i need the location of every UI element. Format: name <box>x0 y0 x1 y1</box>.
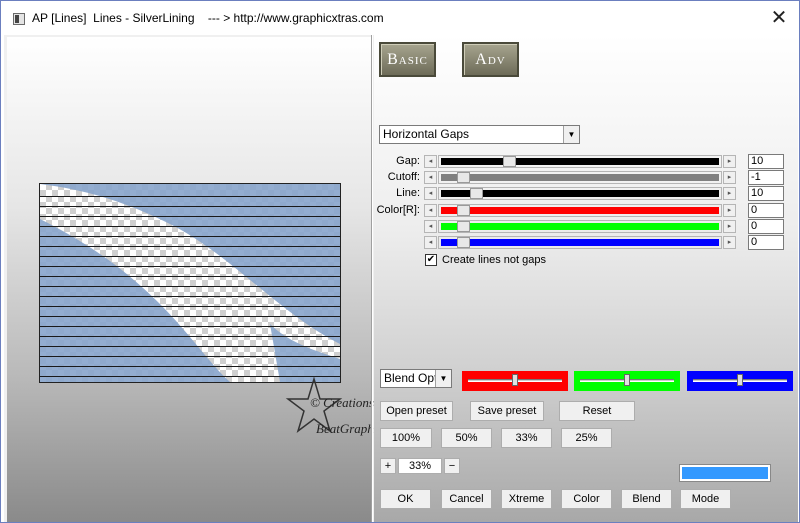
slider-fill <box>441 223 719 230</box>
slider-right-arrow-icon[interactable]: ▸ <box>723 236 736 249</box>
mode-button[interactable]: Mode <box>680 489 731 509</box>
slider-fill <box>441 207 719 214</box>
zoom-out-button[interactable]: − <box>444 458 460 474</box>
watermark-line2: BeatGraph <box>316 421 374 436</box>
slider-right-arrow-icon[interactable]: ▸ <box>723 204 736 217</box>
close-icon[interactable]: ✕ <box>765 5 793 31</box>
slider-left-arrow-icon[interactable]: ◂ <box>424 220 437 233</box>
ok-button[interactable]: OK <box>380 489 431 509</box>
slider-thumb[interactable] <box>457 221 470 232</box>
color-slider[interactable] <box>574 371 680 391</box>
slider-thumb[interactable] <box>457 205 470 216</box>
slider-track[interactable] <box>438 155 722 168</box>
open-preset-button[interactable]: Open preset <box>380 401 453 421</box>
slider-value-field[interactable]: 0 <box>748 203 784 218</box>
color-button[interactable]: Color <box>561 489 612 509</box>
slider-fill <box>441 239 719 246</box>
zoom-value-field[interactable]: 33% <box>398 458 442 474</box>
slider-thumb[interactable] <box>457 237 470 248</box>
parameter-slider[interactable]: ◂ ▸ <box>424 204 736 217</box>
slider-value-field[interactable]: -1 <box>748 170 784 185</box>
app-icon <box>13 13 25 25</box>
parameter-slider[interactable]: ◂ ▸ <box>424 220 736 233</box>
controls-panel: Basic Adv Horizontal Gaps ▼ Gap: ◂ ▸ 10 Cuto… <box>374 35 798 522</box>
slider-track[interactable] <box>438 171 722 184</box>
color-swatch[interactable] <box>679 464 771 482</box>
xtreme-button[interactable]: Xtreme <box>501 489 552 509</box>
basic-button[interactable]: Basic <box>379 42 436 77</box>
slider-label: Line: <box>396 187 420 199</box>
reset-button[interactable]: Reset <box>559 401 635 421</box>
slider-left-arrow-icon[interactable]: ◂ <box>424 187 437 200</box>
preview-panel: © Creations BeatGraph <box>7 37 374 522</box>
mode-select[interactable]: Horizontal Gaps ▼ <box>379 125 580 144</box>
slider-thumb[interactable] <box>470 188 483 199</box>
slider-left-arrow-icon[interactable]: ◂ <box>424 236 437 249</box>
create-lines-label: Create lines not gaps <box>442 254 546 266</box>
preview-image[interactable] <box>39 183 341 383</box>
color-slider-thumb[interactable] <box>624 374 630 386</box>
slider-thumb[interactable] <box>457 172 470 183</box>
slider-label: Gap: <box>396 155 420 167</box>
slider-value-field[interactable]: 0 <box>748 219 784 234</box>
chevron-down-icon[interactable]: ▼ <box>563 126 579 143</box>
slider-value-field[interactable]: 10 <box>748 186 784 201</box>
title-bar: AP [Lines] Lines - SilverLining --- > ht… <box>1 1 799 35</box>
slider-right-arrow-icon[interactable]: ▸ <box>723 155 736 168</box>
slider-fill <box>441 158 719 165</box>
mode-select-value: Horizontal Gaps <box>383 127 470 141</box>
color-slider[interactable] <box>687 371 793 391</box>
slider-left-arrow-icon[interactable]: ◂ <box>424 155 437 168</box>
color-slider-thumb[interactable] <box>512 374 518 386</box>
color-slider-thumb[interactable] <box>737 374 743 386</box>
slider-fill <box>441 174 719 181</box>
create-lines-checkbox[interactable]: ✔ <box>425 254 437 266</box>
dialog-body: © Creations BeatGraph Basic Adv Horizont… <box>4 35 798 522</box>
blend-button[interactable]: Blend <box>621 489 672 509</box>
save-preset-button[interactable]: Save preset <box>470 401 544 421</box>
slider-right-arrow-icon[interactable]: ▸ <box>723 187 736 200</box>
watermark-line1: © Creations <box>310 395 374 410</box>
slider-left-arrow-icon[interactable]: ◂ <box>424 171 437 184</box>
color-slider[interactable] <box>462 371 568 391</box>
cancel-button[interactable]: Cancel <box>441 489 492 509</box>
parameter-slider[interactable]: ◂ ▸ <box>424 155 736 168</box>
slider-right-arrow-icon[interactable]: ▸ <box>723 171 736 184</box>
slider-thumb[interactable] <box>503 156 516 167</box>
slider-right-arrow-icon[interactable]: ▸ <box>723 220 736 233</box>
parameter-slider[interactable]: ◂ ▸ <box>424 171 736 184</box>
panel-divider <box>371 35 373 522</box>
blend-options-select[interactable]: Blend Options ▼ <box>380 369 452 388</box>
chevron-down-icon[interactable]: ▼ <box>435 370 451 387</box>
slider-track[interactable] <box>438 204 722 217</box>
slider-value-field[interactable]: 0 <box>748 235 784 250</box>
slider-label: Color[R]: <box>376 204 420 216</box>
slider-value-field[interactable]: 10 <box>748 154 784 169</box>
zoom-33-button[interactable]: 33% <box>501 428 552 448</box>
slider-track[interactable] <box>438 236 722 249</box>
parameter-slider[interactable]: ◂ ▸ <box>424 187 736 200</box>
zoom-50-button[interactable]: 50% <box>441 428 492 448</box>
zoom-100-button[interactable]: 100% <box>380 428 432 448</box>
slider-track[interactable] <box>438 220 722 233</box>
slider-left-arrow-icon[interactable]: ◂ <box>424 204 437 217</box>
zoom-in-button[interactable]: + <box>380 458 396 474</box>
zoom-25-button[interactable]: 25% <box>561 428 612 448</box>
slider-label: Cutoff: <box>387 171 420 183</box>
slider-track[interactable] <box>438 187 722 200</box>
adv-button[interactable]: Adv <box>462 42 519 77</box>
plugin-window: AP [Lines] Lines - SilverLining --- > ht… <box>0 0 800 523</box>
parameter-slider[interactable]: ◂ ▸ <box>424 236 736 249</box>
window-title: AP [Lines] Lines - SilverLining --- > ht… <box>32 11 384 25</box>
